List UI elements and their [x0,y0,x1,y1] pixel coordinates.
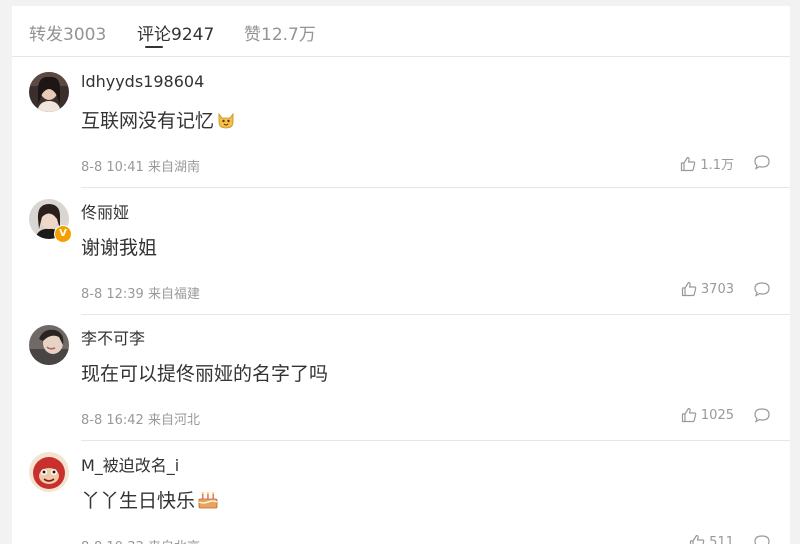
cat-emoji-icon [216,110,236,135]
comment-text: 丫丫生日快乐 [81,490,196,512]
comment-item: M_被迫改名_i 丫丫生日快乐 8-8 10:33 来自北京 51 [12,442,790,544]
comment-item: ldhyyds198604 互联网没有记忆 8-8 10:41 来自湖南 1.1… [12,62,790,188]
avatar[interactable] [29,72,69,112]
like-button[interactable]: 1.1万 [680,154,734,173]
divider [81,440,790,441]
tab-comments[interactable]: 评论9247 [137,20,214,45]
comment-text: 谢谢我姐 [81,237,158,259]
comment-bubble-icon[interactable] [754,155,770,170]
comment-time-location: 8-8 12:39 来自福建 [81,287,200,302]
comment-item: V 佟丽娅 谢谢我姐 8-8 12:39 来自福建 3703 [12,189,790,315]
tab-bar: 转发3003 评论9247 赞12.7万 [12,6,790,57]
avatar[interactable] [29,452,69,492]
comment-time-location: 8-8 10:33 来自北京 [81,536,200,544]
comment-username[interactable]: M_被迫改名_i [81,452,179,476]
comment-text: 互联网没有记忆 [81,110,215,132]
like-count: 1.1万 [700,158,734,173]
comment-bubble-icon[interactable] [754,282,770,297]
comment-text: 现在可以提佟丽娅的名字了吗 [81,363,329,385]
like-button[interactable]: 3703 [681,281,734,297]
like-count: 1025 [700,407,734,423]
comment-username[interactable]: 李不可李 [81,325,145,349]
thumbs-up-icon [681,281,697,297]
thumbs-up-icon [680,156,696,172]
comment-bubble-icon[interactable] [754,535,770,544]
verified-badge-icon: V [54,225,72,243]
tab-reposts[interactable]: 转发3003 [29,20,106,45]
divider [81,187,790,188]
comment-username[interactable]: 佟丽娅 [81,199,129,223]
like-button[interactable]: 511 [689,534,734,544]
like-count: 3703 [700,281,734,297]
comment-text-row: 丫丫生日快乐 [81,486,219,515]
comment-time-location: 8-8 10:41 来自湖南 [81,160,200,175]
thumbs-up-icon [681,407,697,423]
comment-text-row: 谢谢我姐 [81,233,157,260]
comments-panel: 转发3003 评论9247 赞12.7万 ldhyyds198604 互联网没有… [12,6,790,544]
avatar[interactable] [29,325,69,365]
cake-emoji-icon [197,490,219,515]
comment-text-row: 互联网没有记忆 [81,106,236,135]
like-count: 511 [709,534,734,544]
active-tab-indicator [145,46,163,48]
comment-time-location: 8-8 16:42 来自河北 [81,413,200,428]
comment-username[interactable]: ldhyyds198604 [81,72,204,91]
comment-bubble-icon[interactable] [754,408,770,423]
comment-text-row: 现在可以提佟丽娅的名字了吗 [81,359,328,386]
comment-item: 李不可李 现在可以提佟丽娅的名字了吗 8-8 16:42 来自河北 1025 [12,315,790,441]
tab-likes[interactable]: 赞12.7万 [244,20,316,45]
like-button[interactable]: 1025 [681,407,734,423]
thumbs-up-icon [689,534,705,544]
